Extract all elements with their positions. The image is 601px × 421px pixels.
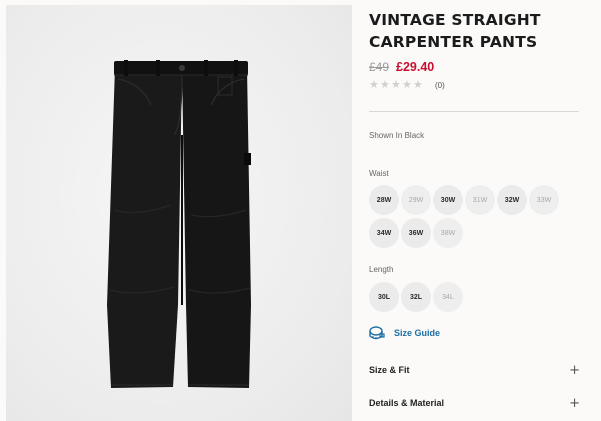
waist-option-31w[interactable]: 31W (465, 185, 495, 215)
accordion-label: Size & Fit (369, 365, 410, 375)
waist-option-38w[interactable]: 38W (433, 218, 463, 248)
ruler-tape-icon (369, 326, 385, 340)
waist-options-row-2: 34W 36W 38W (369, 218, 463, 248)
star-icon: ★ (402, 79, 412, 91)
waist-options-row-1: 28W 29W 30W 31W 32W 33W (369, 185, 559, 215)
waist-option-29w[interactable]: 29W (401, 185, 431, 215)
review-count[interactable]: (0) (435, 81, 445, 90)
waist-option-30w[interactable]: 30W (433, 185, 463, 215)
rating-row[interactable]: ★ ★ ★ ★ ★ (0) (369, 78, 445, 92)
product-image[interactable] (6, 5, 352, 421)
length-option-34l[interactable]: 34L (433, 282, 463, 312)
sale-price: £29.40 (396, 60, 435, 74)
size-guide-label: Size Guide (394, 328, 441, 338)
accordion-details-material[interactable]: Details & Material + (369, 395, 580, 411)
price-row: £49 £29.40 (369, 59, 434, 75)
plus-icon: + (569, 362, 580, 378)
waist-option-36w[interactable]: 36W (401, 218, 431, 248)
divider (369, 111, 579, 112)
size-guide-link[interactable]: Size Guide (369, 326, 440, 340)
product-details-panel: VINTAGE STRAIGHT CARPENTER PANTS £49 £29… (369, 0, 601, 421)
waist-option-28w[interactable]: 28W (369, 185, 399, 215)
star-icon: ★ (380, 79, 390, 91)
color-label: Shown In Black (369, 131, 425, 140)
star-icon: ★ (391, 79, 401, 91)
star-icon: ★ (413, 79, 423, 91)
pants-illustration (107, 60, 251, 388)
accordion-size-fit[interactable]: Size & Fit + (369, 362, 580, 378)
product-title: VINTAGE STRAIGHT CARPENTER PANTS (369, 11, 541, 51)
waist-label: Waist (369, 169, 389, 178)
length-option-32l[interactable]: 32L (401, 282, 431, 312)
star-rating: ★ ★ ★ ★ ★ (369, 79, 423, 91)
length-option-30l[interactable]: 30L (369, 282, 399, 312)
waist-option-32w[interactable]: 32W (497, 185, 527, 215)
waist-option-34w[interactable]: 34W (369, 218, 399, 248)
star-icon: ★ (369, 79, 379, 91)
length-label: Length (369, 265, 394, 274)
waist-option-33w[interactable]: 33W (529, 185, 559, 215)
length-options-row: 30L 32L 34L (369, 282, 463, 312)
plus-icon: + (569, 395, 580, 411)
accordion-label: Details & Material (369, 398, 445, 408)
original-price: £49 (369, 60, 390, 74)
